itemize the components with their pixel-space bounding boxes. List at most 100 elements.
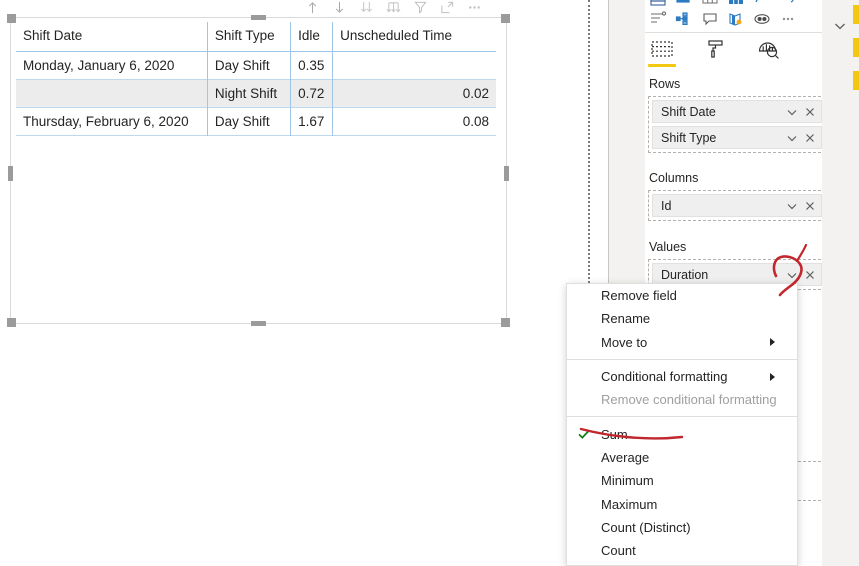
field-pill-label: Shift Date bbox=[661, 104, 716, 119]
expand-all-icon[interactable] bbox=[386, 0, 401, 15]
column-header-unscheduled-time[interactable]: Unscheduled Time bbox=[332, 22, 496, 52]
ribbon-chart-icon[interactable] bbox=[753, 0, 771, 8]
cell-shift-type[interactable]: Night Shift bbox=[206, 79, 291, 108]
menu-item-count-distinct[interactable]: Count (Distinct) bbox=[567, 516, 797, 539]
resize-handle-bottom-center[interactable] bbox=[251, 321, 266, 326]
field-pill-shift-type[interactable]: Shift Type bbox=[652, 126, 822, 149]
page-marker[interactable] bbox=[853, 38, 859, 57]
menu-item-label: Count (Distinct) bbox=[601, 519, 691, 535]
map-icon[interactable] bbox=[727, 10, 745, 28]
cell-shift-type[interactable]: Day Shift bbox=[206, 51, 291, 80]
key-influencers-icon[interactable] bbox=[753, 10, 771, 28]
menu-item-move-to[interactable]: Move to bbox=[567, 331, 797, 354]
cell-shift-type[interactable]: Day Shift bbox=[206, 107, 291, 136]
cell-unscheduled[interactable] bbox=[332, 51, 496, 80]
matrix-header-row: Shift Date Shift Type Idle Unscheduled T… bbox=[16, 22, 496, 52]
well-label-columns: Columns bbox=[649, 171, 699, 185]
fields-tab[interactable] bbox=[648, 38, 676, 67]
visual-header-toolbar[interactable] bbox=[305, 0, 510, 17]
drill-down-icon[interactable] bbox=[359, 0, 374, 15]
resize-handle-bottom-right[interactable] bbox=[501, 318, 510, 327]
table-icon[interactable] bbox=[701, 0, 719, 8]
submenu-arrow-icon bbox=[770, 338, 775, 347]
cell-unscheduled[interactable]: 0.02 bbox=[332, 79, 496, 108]
stacked-column-chart-icon[interactable] bbox=[649, 0, 667, 8]
column-header-shift-type[interactable]: Shift Type bbox=[206, 22, 291, 52]
paint-roller-icon bbox=[708, 40, 723, 58]
field-pill-label: Duration bbox=[661, 267, 709, 282]
resize-handle-top-center[interactable] bbox=[251, 15, 266, 20]
resize-handle-bottom-left[interactable] bbox=[7, 318, 16, 327]
waterfall-chart-icon[interactable] bbox=[779, 0, 797, 8]
card-icon[interactable] bbox=[701, 10, 719, 28]
menu-item-label: Sum bbox=[601, 426, 628, 442]
table-row[interactable]: Night Shift 0.72 0.02 bbox=[16, 79, 496, 108]
cell-shift-date[interactable]: Thursday, February 6, 2020 bbox=[16, 108, 207, 136]
menu-item-label: Move to bbox=[601, 334, 648, 350]
fields-tab-active-indicator bbox=[648, 64, 676, 67]
cell-idle[interactable]: 0.35 bbox=[290, 51, 333, 80]
matrix-table[interactable]: Shift Date Shift Type Idle Unscheduled T… bbox=[16, 22, 496, 136]
menu-item-average[interactable]: Average bbox=[567, 446, 797, 469]
decomposition-tree-icon[interactable] bbox=[675, 10, 693, 28]
menu-item-label: Remove field bbox=[601, 288, 677, 304]
field-context-menu[interactable]: Remove field Rename Move to Conditional … bbox=[566, 283, 798, 566]
menu-item-count[interactable]: Count bbox=[567, 539, 797, 562]
field-pill-id[interactable]: Id bbox=[652, 194, 822, 217]
cell-idle[interactable]: 1.67 bbox=[290, 107, 333, 136]
close-icon[interactable] bbox=[803, 268, 817, 282]
resize-handle-top-right[interactable] bbox=[501, 14, 510, 23]
menu-item-label: Rename bbox=[601, 311, 651, 327]
well-box-columns[interactable]: Id bbox=[648, 190, 826, 221]
menu-item-maximum[interactable]: Maximum bbox=[567, 492, 797, 515]
menu-item-sum[interactable]: Sum bbox=[567, 422, 797, 445]
canvas-dotted-divider bbox=[588, 0, 590, 283]
close-icon[interactable] bbox=[803, 199, 817, 213]
menu-item-remove-field[interactable]: Remove field bbox=[567, 284, 797, 307]
visualization-gallery-row-2[interactable] bbox=[649, 10, 797, 28]
chevron-down-icon[interactable] bbox=[785, 131, 799, 145]
pane-tab-bar[interactable] bbox=[648, 38, 781, 67]
menu-item-rename[interactable]: Rename bbox=[567, 307, 797, 330]
column-header-idle[interactable]: Idle bbox=[290, 22, 333, 52]
resize-handle-middle-left[interactable] bbox=[8, 166, 13, 181]
format-tab[interactable] bbox=[702, 38, 728, 67]
chevron-down-icon[interactable] bbox=[785, 105, 799, 119]
well-box-rows[interactable]: Shift Date Shift Type bbox=[648, 96, 826, 153]
cell-unscheduled[interactable]: 0.08 bbox=[332, 107, 496, 136]
menu-item-label: Count bbox=[601, 543, 636, 559]
chevron-down-icon[interactable] bbox=[785, 199, 799, 213]
clustered-bar-chart-icon[interactable] bbox=[675, 0, 693, 8]
menu-item-conditional-formatting[interactable]: Conditional formatting bbox=[567, 365, 797, 388]
cell-idle[interactable]: 0.72 bbox=[290, 79, 333, 108]
visualization-gallery-row-1[interactable] bbox=[649, 0, 797, 8]
resize-handle-middle-right[interactable] bbox=[504, 166, 509, 181]
page-marker[interactable] bbox=[853, 5, 859, 24]
field-pill-shift-date[interactable]: Shift Date bbox=[652, 100, 822, 123]
chevron-down-icon[interactable] bbox=[785, 268, 799, 282]
expand-up-icon[interactable] bbox=[305, 0, 320, 15]
more-visuals-icon[interactable] bbox=[779, 10, 797, 28]
focus-mode-icon[interactable] bbox=[440, 0, 455, 15]
funnel-chart-icon[interactable] bbox=[649, 10, 667, 28]
chevron-down-icon[interactable] bbox=[832, 18, 848, 34]
cell-shift-date[interactable] bbox=[16, 79, 208, 108]
analytics-tab[interactable] bbox=[755, 38, 781, 67]
menu-item-standard-deviation[interactable]: Standard deviation bbox=[567, 562, 797, 565]
page-marker[interactable] bbox=[853, 71, 859, 90]
filter-icon[interactable] bbox=[413, 0, 428, 15]
resize-handle-top-left[interactable] bbox=[7, 14, 16, 23]
pages-strip bbox=[822, 0, 859, 566]
cell-shift-date[interactable]: Monday, January 6, 2020 bbox=[16, 52, 207, 80]
more-options-icon[interactable] bbox=[467, 0, 482, 15]
report-canvas[interactable]: Shift Date Shift Type Idle Unscheduled T… bbox=[0, 0, 588, 566]
table-row[interactable]: Monday, January 6, 2020 Day Shift 0.35 bbox=[16, 51, 496, 80]
close-icon[interactable] bbox=[803, 105, 817, 119]
close-icon[interactable] bbox=[803, 131, 817, 145]
menu-item-minimum[interactable]: Minimum bbox=[567, 469, 797, 492]
collapse-down-icon[interactable] bbox=[332, 0, 347, 15]
table-row[interactable]: Thursday, February 6, 2020 Day Shift 1.6… bbox=[16, 107, 496, 136]
column-header-shift-date[interactable]: Shift Date bbox=[16, 22, 207, 52]
menu-item-label: Average bbox=[601, 449, 650, 465]
matrix-icon[interactable] bbox=[727, 0, 745, 8]
